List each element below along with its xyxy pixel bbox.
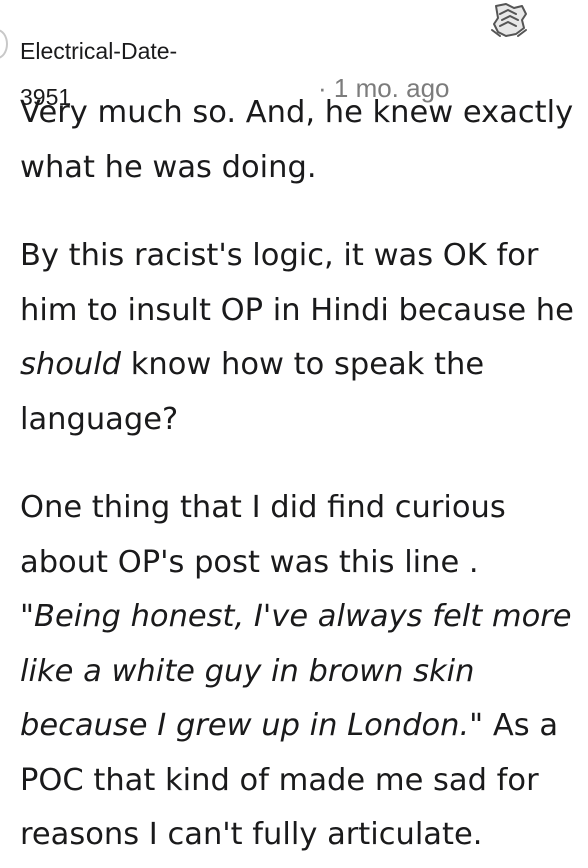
paragraph-text: Very much so. And, he knew exactly what … <box>20 95 574 185</box>
comment-paragraph: One thing that I did find curious about … <box>20 481 580 863</box>
paragraph-text: By this racist's logic, it was OK for hi… <box>20 238 574 328</box>
author-name-line1: Electrical-Date- <box>20 38 178 64</box>
paragraph-emphasis: should <box>20 347 122 382</box>
paragraph-text: One thing that I did find curious about … <box>20 490 506 580</box>
comment-body: Very much so. And, he knew exactly what … <box>20 86 580 863</box>
avatar[interactable] <box>0 29 8 59</box>
comment-paragraph: Very much so. And, he knew exactly what … <box>20 86 580 195</box>
comment-paragraph: By this racist's logic, it was OK for hi… <box>20 229 580 447</box>
handshake-award-icon[interactable] <box>488 0 530 40</box>
